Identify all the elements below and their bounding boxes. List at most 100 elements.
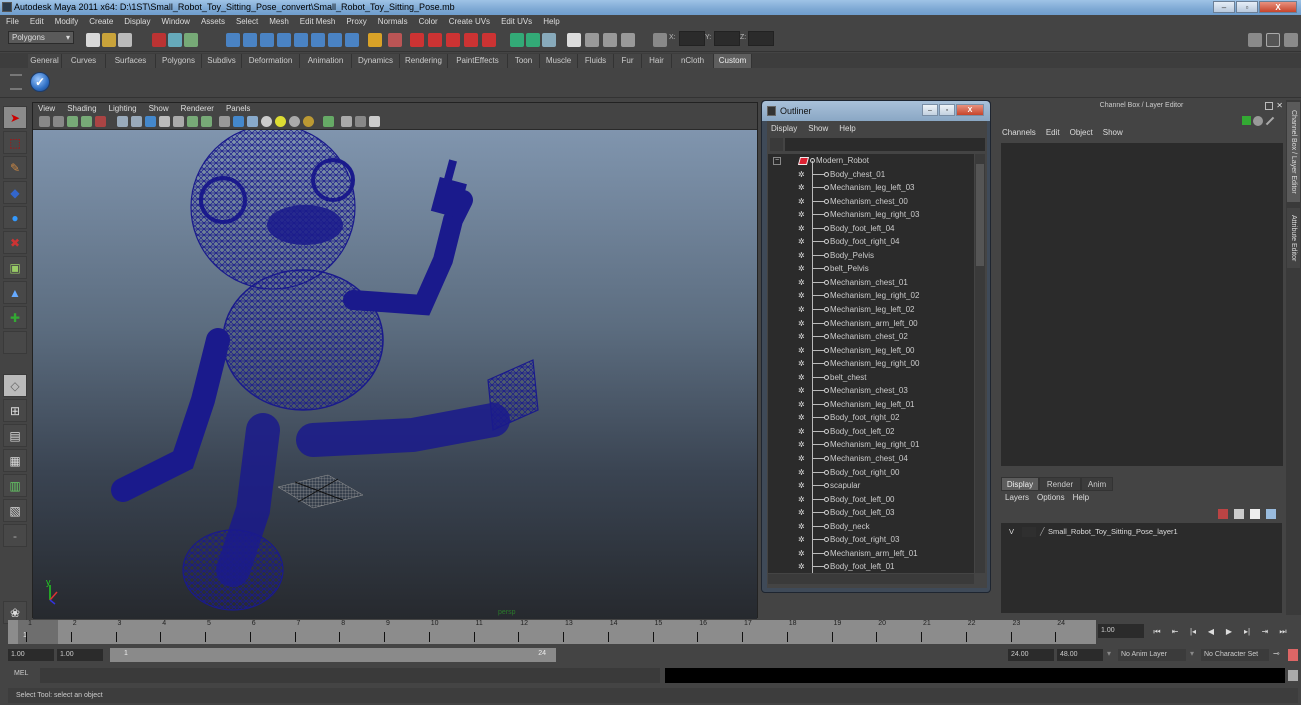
manipulator-icon[interactable] xyxy=(1242,116,1251,125)
textured-icon[interactable] xyxy=(173,116,184,127)
checkmark-shelf-icon[interactable]: ✓ xyxy=(30,72,50,92)
flat-shade-icon[interactable] xyxy=(145,116,156,127)
layer-visibility-toggle[interactable]: V xyxy=(1009,526,1014,538)
vp-menu-panels[interactable]: Panels xyxy=(226,103,250,115)
render-settings-icon[interactable] xyxy=(621,33,635,47)
shelf-tab-surfaces[interactable]: Surfaces xyxy=(106,54,156,68)
film-gate-icon[interactable] xyxy=(341,116,352,127)
vp-menu-shading[interactable]: Shading xyxy=(67,103,96,115)
auto-key-icon[interactable]: ⊸ xyxy=(1273,649,1280,658)
select-surfaces-icon[interactable] xyxy=(277,33,291,47)
paint-select-tool-icon[interactable]: ✎ xyxy=(3,156,27,179)
shelf-tab-fluids[interactable]: Fluids xyxy=(578,54,614,68)
outliner-menu-show[interactable]: Show xyxy=(808,121,828,136)
anim-layer-dropdown-icon[interactable]: ▾ xyxy=(1107,649,1111,658)
playback-end-field[interactable]: 24.00 xyxy=(1008,649,1054,661)
cb-menu-channels[interactable]: Channels xyxy=(1002,128,1036,137)
snap-to-grids-icon[interactable] xyxy=(410,33,424,47)
animation-end-field[interactable]: 48.00 xyxy=(1057,649,1103,661)
outliner-item[interactable]: ✲ Body_foot_right_02 xyxy=(768,411,974,425)
outliner-title-bar[interactable]: Outliner – ▫ X xyxy=(762,101,990,121)
shelf-tab-dynamics[interactable]: Dynamics xyxy=(352,54,400,68)
outliner-item[interactable]: ✲ Mechanism_chest_03 xyxy=(768,384,974,398)
construction-history-icon[interactable] xyxy=(542,33,556,47)
menu-normals[interactable]: Normals xyxy=(378,15,408,28)
character-set-dropdown-icon[interactable]: ▾ xyxy=(1190,649,1194,658)
shelf-tab-custom[interactable]: Custom xyxy=(714,54,752,68)
menu-mesh[interactable]: Mesh xyxy=(269,15,289,28)
outliner-item[interactable]: ✲ Body_foot_left_00 xyxy=(768,493,974,507)
menu-create-uvs[interactable]: Create UVs xyxy=(449,15,490,28)
menu-create[interactable]: Create xyxy=(89,15,113,28)
outliner-vertical-scrollbar[interactable] xyxy=(975,154,985,573)
menu-edit-uvs[interactable]: Edit UVs xyxy=(501,15,532,28)
play-forwards-button[interactable]: ▶ xyxy=(1222,625,1236,638)
save-scene-icon[interactable] xyxy=(118,33,132,47)
anim-layer-dropdown[interactable]: No Anim Layer xyxy=(1118,649,1186,661)
show-tool-settings-icon[interactable] xyxy=(1266,33,1280,47)
motion-blur-icon[interactable] xyxy=(303,116,314,127)
scale-tool-icon[interactable]: ✖ xyxy=(3,231,27,254)
perspective-viewport[interactable]: View Shading Lighting Show Renderer Pane… xyxy=(32,102,758,619)
shelf-tab-hair[interactable]: Hair xyxy=(642,54,672,68)
select-dynamics-icon[interactable] xyxy=(311,33,325,47)
camera-attributes-icon[interactable] xyxy=(53,116,64,127)
render-view-icon[interactable] xyxy=(567,33,581,47)
outliner-item[interactable]: ✲ Body_foot_left_04 xyxy=(768,222,974,236)
vp-menu-show[interactable]: Show xyxy=(149,103,169,115)
isolate-select-icon[interactable] xyxy=(219,116,230,127)
bookmarks-icon[interactable] xyxy=(67,116,78,127)
shelf-menu-icon[interactable] xyxy=(10,74,22,90)
x-coord-field[interactable] xyxy=(679,31,705,46)
snap-to-points-icon[interactable] xyxy=(446,33,460,47)
layer-tab-render[interactable]: Render xyxy=(1039,477,1081,491)
range-slider-bar[interactable]: 1 24 xyxy=(110,648,556,662)
outliner-item[interactable]: ✲ Body_foot_left_03 xyxy=(768,506,974,520)
outliner-filter-options-button[interactable] xyxy=(770,138,783,151)
channel-box-side-tab[interactable]: Channel Box / Layer Editor xyxy=(1287,102,1300,202)
resolution-gate-icon[interactable] xyxy=(323,116,334,127)
new-layer-selected-icon[interactable] xyxy=(1234,509,1244,519)
outliner-item[interactable]: ✲ Mechanism_chest_00 xyxy=(768,195,974,209)
outliner-item[interactable]: ✲ Mechanism_leg_left_03 xyxy=(768,181,974,195)
layer-menu-options[interactable]: Options xyxy=(1037,493,1065,502)
outliner-item[interactable]: ✲ Mechanism_leg_right_01 xyxy=(768,438,974,452)
step-back-frame-button[interactable]: |◂ xyxy=(1186,625,1200,638)
minimize-button[interactable]: – xyxy=(1213,1,1235,13)
outliner-item[interactable]: ✲ Body_foot_right_04 xyxy=(768,235,974,249)
layer-row[interactable]: V ╱ Small_Robot_Toy_Sitting_Pose_layer1 xyxy=(1004,526,1279,538)
y-coord-field[interactable] xyxy=(714,31,740,46)
layer-name[interactable]: Small_Robot_Toy_Sitting_Pose_layer1 xyxy=(1048,526,1178,538)
outliner-item[interactable]: ✲ Body_foot_left_01 xyxy=(768,560,974,573)
speed-icon[interactable] xyxy=(1253,116,1263,126)
input-ops-icon[interactable] xyxy=(510,33,524,47)
outliner-tree[interactable]: − Modern_Robot ✲ Body_chest_01 ✲ Mechanism_… xyxy=(768,154,974,573)
outliner-item[interactable]: ✲ Mechanism_arm_left_00 xyxy=(768,317,974,331)
outliner-item[interactable]: ✲ Mechanism_arm_left_01 xyxy=(768,547,974,561)
outliner-item[interactable]: ✲ belt_chest xyxy=(768,371,974,385)
step-back-key-button[interactable]: ⇤ xyxy=(1168,625,1182,638)
absolute-transform-icon[interactable] xyxy=(653,33,667,47)
select-by-hierarchy-icon[interactable] xyxy=(152,33,166,47)
menu-display[interactable]: Display xyxy=(124,15,150,28)
layer-tab-display[interactable]: Display xyxy=(1001,477,1039,491)
shelf-tab-ncloth[interactable]: nCloth xyxy=(672,54,714,68)
smooth-shade-icon[interactable] xyxy=(131,116,142,127)
outliner-item[interactable]: ✲ Mechanism_leg_left_00 xyxy=(768,344,974,358)
shadows-icon[interactable] xyxy=(247,116,258,127)
collapse-toggle[interactable]: − xyxy=(773,157,781,165)
outliner-item[interactable]: ✲ belt_Pelvis xyxy=(768,262,974,276)
outliner-minimize-button[interactable]: – xyxy=(922,104,938,116)
layout-options-icon[interactable]: - xyxy=(3,524,27,547)
use-lights-icon[interactable] xyxy=(187,116,198,127)
select-curves-icon[interactable] xyxy=(260,33,274,47)
current-time-field[interactable]: 1.00 xyxy=(1098,624,1144,638)
outliner-horizontal-scrollbar[interactable] xyxy=(768,574,974,584)
scene-view[interactable]: y persp xyxy=(33,124,757,619)
select-camera-icon[interactable] xyxy=(39,116,50,127)
mel-label[interactable]: MEL xyxy=(14,670,28,677)
persp-outliner-layout-icon[interactable]: ▤ xyxy=(3,424,27,447)
menu-select[interactable]: Select xyxy=(236,15,258,28)
script-editor-icon[interactable] xyxy=(1288,670,1298,681)
snap-to-curves-icon[interactable] xyxy=(428,33,442,47)
